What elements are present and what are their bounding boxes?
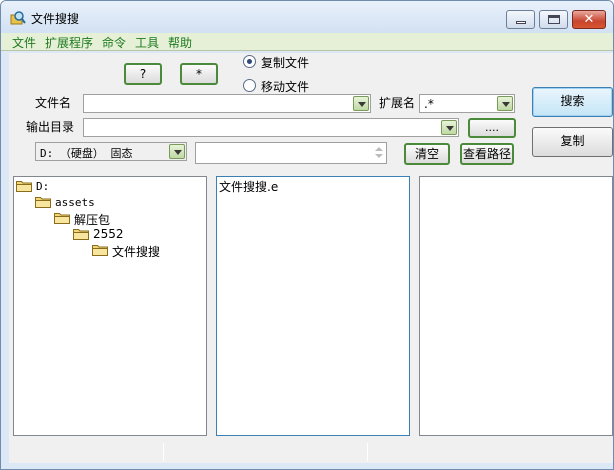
client-area: ? * 复制文件 移动文件 文件名 扩展名 .* 输出目录 .... D: （硬… — [9, 53, 613, 463]
question-button[interactable]: ? — [124, 63, 162, 85]
menu-help[interactable]: 帮助 — [168, 34, 192, 51]
status-bar — [9, 441, 613, 463]
window-title: 文件搜搜 — [31, 12, 80, 26]
folder-icon — [35, 195, 51, 208]
menu-tools[interactable]: 工具 — [135, 34, 159, 51]
extension-value: .* — [424, 97, 434, 111]
title-bar: 文件搜搜 ✕ — [1, 1, 613, 33]
menu-file[interactable]: 文件 — [12, 34, 36, 51]
output-dir-label: 输出目录 — [26, 120, 75, 134]
drive-combo[interactable]: D: （硬盘） 固态 — [35, 142, 187, 161]
folder-tree[interactable]: D: assets 解压包 2552 文件搜搜 — [13, 176, 207, 436]
chevron-down-icon[interactable] — [441, 120, 457, 135]
status-divider — [367, 443, 368, 461]
menu-extensions[interactable]: 扩展程序 — [45, 34, 93, 51]
tree-item-label: 解压包 — [74, 213, 111, 227]
filename-label: 文件名 — [35, 96, 72, 110]
maximize-button[interactable] — [539, 10, 568, 29]
menu-bar: 文件 扩展程序 命令 工具 帮助 — [1, 33, 613, 51]
copy-button[interactable]: 复制 — [532, 127, 613, 157]
maximize-icon — [548, 15, 560, 24]
folder-icon — [92, 243, 108, 256]
menu-command[interactable]: 命令 — [102, 34, 126, 51]
main-window: 文件搜搜 ✕ 文件 扩展程序 命令 工具 帮助 ? * 复制文件 移动文件 文件… — [0, 0, 614, 470]
detail-panel[interactable] — [419, 176, 613, 436]
extension-label: 扩展名 — [379, 96, 416, 110]
minimize-icon — [516, 21, 526, 24]
tree-item-label: D: — [36, 180, 50, 193]
spin-down-icon[interactable] — [374, 153, 384, 161]
filename-combo[interactable] — [83, 94, 371, 113]
app-icon — [10, 11, 26, 25]
file-list[interactable]: 文件搜搜.e — [216, 176, 410, 436]
close-button[interactable]: ✕ — [572, 10, 606, 29]
chevron-down-icon[interactable] — [497, 96, 513, 111]
output-dir-combo[interactable] — [83, 118, 459, 137]
drive-value: D: （硬盘） 固态 — [40, 147, 133, 160]
status-divider — [163, 443, 164, 461]
copy-file-radio[interactable] — [243, 55, 256, 68]
minimize-button[interactable] — [506, 10, 535, 29]
view-path-button[interactable]: 查看路径 — [460, 143, 514, 165]
spin-input[interactable] — [195, 142, 387, 164]
list-item[interactable]: 文件搜搜.e — [219, 178, 278, 195]
wildcard-button[interactable]: * — [180, 63, 218, 85]
copy-file-label: 复制文件 — [261, 56, 310, 70]
tree-item-label: 2552 — [93, 227, 124, 241]
clear-button[interactable]: 清空 — [404, 143, 450, 165]
move-file-label: 移动文件 — [261, 80, 310, 94]
extension-combo[interactable]: .* — [419, 94, 515, 113]
move-file-radio[interactable] — [243, 79, 256, 92]
folder-icon — [54, 211, 70, 224]
chevron-down-icon[interactable] — [353, 96, 369, 111]
browse-button[interactable]: .... — [468, 118, 516, 138]
chevron-down-icon[interactable] — [169, 144, 185, 159]
search-button[interactable]: 搜索 — [532, 87, 613, 117]
tree-item-label: assets — [55, 196, 95, 209]
tree-item-label: 文件搜搜 — [112, 245, 161, 259]
close-icon: ✕ — [583, 12, 595, 27]
folder-icon — [16, 179, 32, 192]
spin-up-icon[interactable] — [374, 145, 384, 153]
folder-icon — [73, 227, 89, 240]
